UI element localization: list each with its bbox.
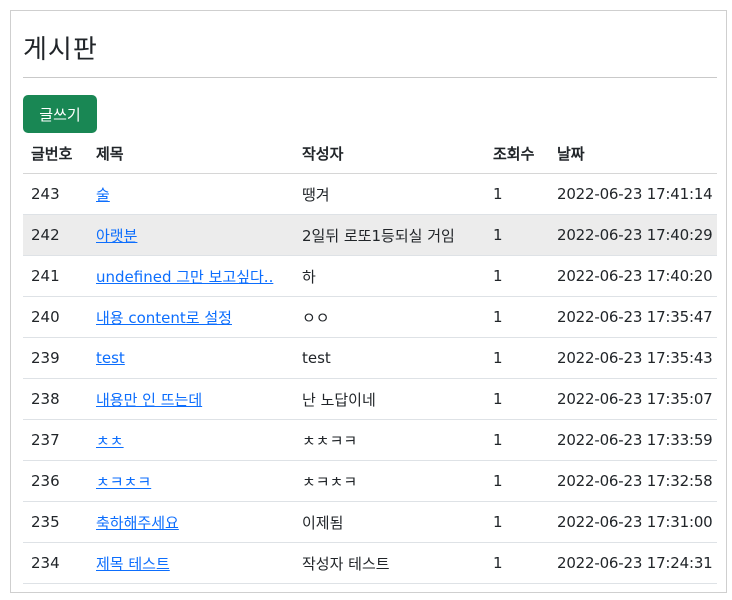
post-author: 2일뒤 로또1등되실 거임 (294, 214, 485, 256)
post-title-cell: test (88, 337, 294, 379)
post-title-cell: 축하해주세요 (88, 501, 294, 543)
post-title-link[interactable]: 내용만 인 뜨는데 (96, 391, 202, 409)
post-views: 1 (485, 460, 549, 502)
post-author: 작성자 테스트 (294, 542, 485, 584)
post-title-cell: undefined 그만 보고싶다.. (88, 255, 294, 297)
post-num: 241 (23, 255, 88, 297)
board-card: 게시판 글쓰기 글번호 제목 작성자 조회수 날짜 243 술 땡겨 1 202… (10, 10, 727, 593)
post-num: 242 (23, 214, 88, 256)
header-num: 글번호 (23, 133, 88, 174)
post-title-link[interactable]: 제목 테스트 (96, 555, 170, 573)
post-date: 2022-06-23 17:35:47 (549, 296, 717, 338)
post-author: ㅊㅋㅊㅋ (294, 460, 485, 502)
post-title-cell: 술 (88, 173, 294, 215)
post-title-link[interactable]: ㅊㅋㅊㅋ (96, 473, 151, 491)
post-views: 1 (485, 214, 549, 256)
post-num: 234 (23, 542, 88, 584)
post-date: 2022-06-23 17:40:29 (549, 214, 717, 256)
table-row[interactable]: 234 제목 테스트 작성자 테스트 1 2022-06-23 17:24:31 (23, 542, 717, 584)
post-date: 2022-06-23 17:35:43 (549, 337, 717, 379)
post-views: 1 (485, 255, 549, 297)
table-row[interactable]: 235 축하해주세요 이제됨 1 2022-06-23 17:31:00 (23, 501, 717, 543)
table-row[interactable]: 239 test test 1 2022-06-23 17:35:43 (23, 337, 717, 379)
post-author: 난 노답이네 (294, 378, 485, 420)
post-author: ㅊㅊㅋㅋ (294, 419, 485, 461)
post-date: 2022-06-23 17:41:14 (549, 173, 717, 215)
post-num: 238 (23, 378, 88, 420)
post-table: 글번호 제목 작성자 조회수 날짜 243 술 땡겨 1 2022-06-23 … (23, 133, 717, 584)
post-title-cell: ㅊㅊ (88, 419, 294, 461)
post-date: 2022-06-23 17:40:20 (549, 255, 717, 297)
table-row[interactable]: 237 ㅊㅊ ㅊㅊㅋㅋ 1 2022-06-23 17:33:59 (23, 419, 717, 461)
post-title-cell: 내용만 인 뜨는데 (88, 378, 294, 420)
table-row[interactable]: 236 ㅊㅋㅊㅋ ㅊㅋㅊㅋ 1 2022-06-23 17:32:58 (23, 460, 717, 502)
post-views: 1 (485, 542, 549, 584)
table-header-row: 글번호 제목 작성자 조회수 날짜 (23, 133, 717, 174)
post-author: test (294, 337, 485, 379)
table-row[interactable]: 243 술 땡겨 1 2022-06-23 17:41:14 (23, 173, 717, 215)
post-title-link[interactable]: test (96, 349, 125, 367)
post-date: 2022-06-23 17:33:59 (549, 419, 717, 461)
post-author: 땡겨 (294, 173, 485, 215)
post-views: 1 (485, 501, 549, 543)
post-num: 240 (23, 296, 88, 338)
post-title-link[interactable]: 내용 content로 설정 (96, 309, 232, 327)
post-date: 2022-06-23 17:32:58 (549, 460, 717, 502)
header-date: 날짜 (549, 133, 717, 174)
post-author: ㅇㅇ (294, 296, 485, 338)
post-title-link[interactable]: 아랫분 (96, 227, 137, 245)
post-date: 2022-06-23 17:24:31 (549, 542, 717, 584)
post-title-cell: 제목 테스트 (88, 542, 294, 584)
title-divider (23, 77, 717, 78)
header-title: 제목 (88, 133, 294, 174)
post-title-link[interactable]: 축하해주세요 (96, 514, 179, 532)
write-post-button[interactable]: 글쓰기 (23, 95, 97, 133)
post-views: 1 (485, 337, 549, 379)
post-views: 1 (485, 296, 549, 338)
post-views: 1 (485, 419, 549, 461)
post-author: 이제됨 (294, 501, 485, 543)
header-views: 조회수 (485, 133, 549, 174)
post-title-link[interactable]: ㅊㅊ (96, 432, 124, 450)
post-date: 2022-06-23 17:35:07 (549, 378, 717, 420)
table-row[interactable]: 241 undefined 그만 보고싶다.. 하 1 2022-06-23 1… (23, 255, 717, 297)
post-views: 1 (485, 173, 549, 215)
post-num: 237 (23, 419, 88, 461)
table-row[interactable]: 240 내용 content로 설정 ㅇㅇ 1 2022-06-23 17:35… (23, 296, 717, 338)
table-row[interactable]: 242 아랫분 2일뒤 로또1등되실 거임 1 2022-06-23 17:40… (23, 214, 717, 256)
page-title: 게시판 (23, 35, 98, 65)
post-title-link[interactable]: undefined 그만 보고싶다.. (96, 268, 273, 286)
table-row[interactable]: 238 내용만 인 뜨는데 난 노답이네 1 2022-06-23 17:35:… (23, 378, 717, 420)
post-author: 하 (294, 255, 485, 297)
post-num: 239 (23, 337, 88, 379)
post-title-link[interactable]: 술 (96, 186, 110, 204)
post-views: 1 (485, 378, 549, 420)
post-title-cell: ㅊㅋㅊㅋ (88, 460, 294, 502)
post-num: 236 (23, 460, 88, 502)
post-title-cell: 내용 content로 설정 (88, 296, 294, 338)
post-title-cell: 아랫분 (88, 214, 294, 256)
post-num: 243 (23, 173, 88, 215)
post-num: 235 (23, 501, 88, 543)
header-author: 작성자 (294, 133, 485, 174)
post-date: 2022-06-23 17:31:00 (549, 501, 717, 543)
